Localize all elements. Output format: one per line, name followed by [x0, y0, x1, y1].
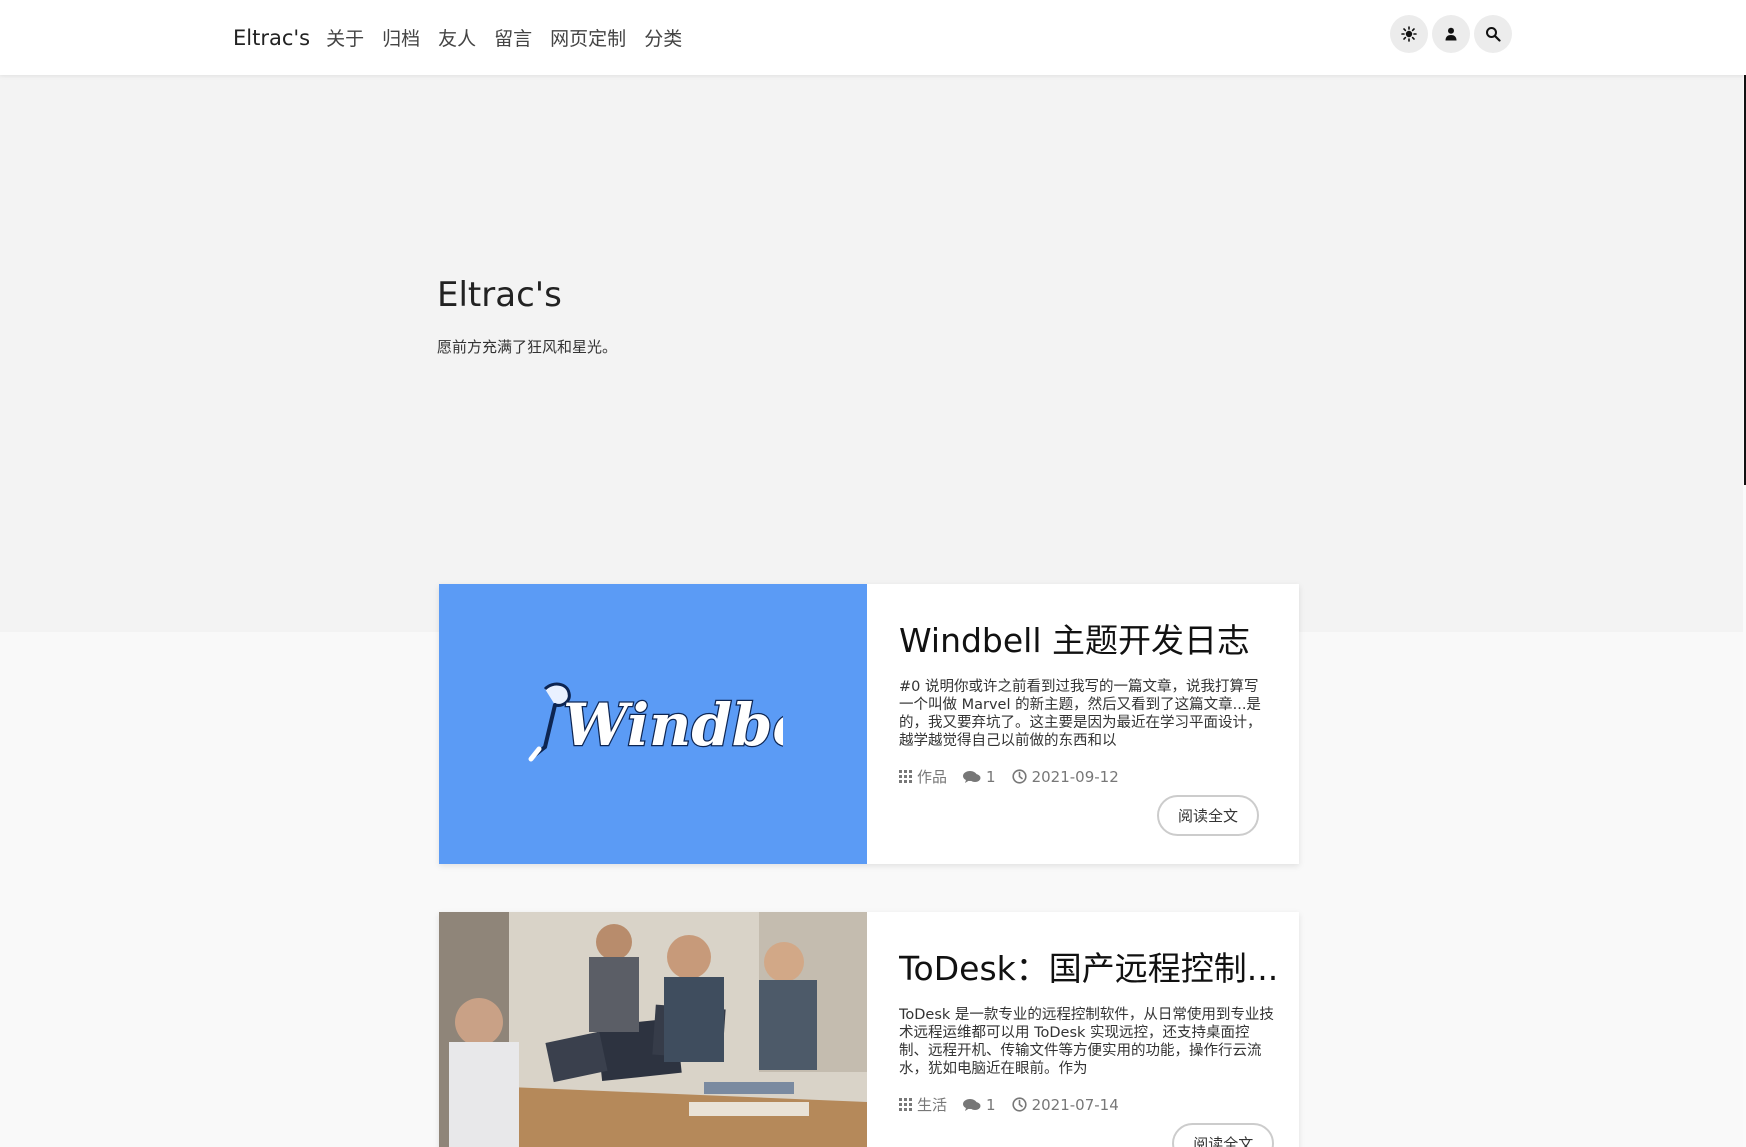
hero-subtitle: 愿前方充满了狂风和星光。 [437, 338, 618, 356]
post-excerpt: ToDesk 是一款专业的远程控制软件，从日常使用到专业技术远程运维都可以用 T… [899, 1007, 1274, 1077]
hero-banner: Eltrac's 愿前方充满了狂风和星光。 [0, 75, 1746, 632]
post-category-label: 生活 [917, 1096, 948, 1114]
post-date: 2021-09-12 [1011, 767, 1119, 786]
nav-link-web-custom[interactable]: 网页定制 [550, 24, 626, 51]
post-category-label: 作品 [917, 768, 948, 786]
sun-icon [1401, 26, 1417, 42]
post-excerpt: #0 说明你或许之前看到过我写的一篇文章，说我打算写一个叫做 Marvel 的新… [899, 679, 1262, 749]
post-category[interactable]: 生活 [899, 1094, 947, 1115]
search-icon [1486, 27, 1501, 42]
post-date: 2021-07-14 [1011, 1095, 1119, 1114]
search-button[interactable] [1474, 15, 1512, 53]
post-date-text: 2021-09-12 [1031, 767, 1119, 786]
post-date-text: 2021-07-14 [1031, 1095, 1119, 1114]
read-more-button[interactable]: 阅读全文 [1172, 1123, 1275, 1147]
post-thumbnail[interactable] [439, 912, 867, 1147]
nav-actions [1390, 15, 1516, 53]
theme-toggle-button[interactable] [1390, 15, 1428, 53]
clock-icon [1011, 1097, 1027, 1112]
windbell-logo: Windbell [528, 682, 783, 762]
grid-icon [899, 770, 912, 783]
post-comments[interactable]: 1 [963, 768, 996, 786]
post-body: ToDesk：国产远程控制... ToDesk 是一款专业的远程控制软件，从日常… [867, 912, 1299, 1147]
post-meta: 作品 1 2021-09-12 [899, 766, 1263, 787]
nav-link-archive[interactable]: 归档 [382, 24, 420, 51]
post-comments-count: 1 [986, 767, 996, 786]
read-more-button[interactable]: 阅读全文 [1157, 795, 1259, 836]
post-comments-count: 1 [986, 1095, 996, 1114]
meeting-photo [439, 912, 867, 1147]
comments-icon [963, 770, 981, 783]
grid-icon [899, 1098, 912, 1111]
user-icon [1445, 27, 1457, 41]
post-thumbnail[interactable]: Windbell [439, 584, 867, 864]
top-navbar: Eltrac's 关于 归档 友人 留言 网页定制 分类 [0, 0, 1746, 75]
hero-title: Eltrac's [437, 275, 562, 315]
user-button[interactable] [1432, 15, 1470, 53]
nav-link-friends[interactable]: 友人 [438, 24, 476, 51]
nav-link-guestbook[interactable]: 留言 [494, 24, 532, 51]
svg-text:Windbell: Windbell [563, 691, 783, 759]
post-body: Windbell 主题开发日志 #0 说明你或许之前看到过我写的一篇文章，说我打… [867, 584, 1299, 864]
clock-icon [1011, 769, 1027, 784]
nav-links: Eltrac's 关于 归档 友人 留言 网页定制 分类 [233, 0, 700, 75]
post-title[interactable]: ToDesk：国产远程控制... [899, 942, 1278, 990]
post-card: ToDesk：国产远程控制... ToDesk 是一款专业的远程控制软件，从日常… [439, 912, 1299, 1147]
post-meta: 生活 1 2021-07-14 [899, 1094, 1278, 1115]
post-title[interactable]: Windbell 主题开发日志 [899, 614, 1263, 662]
nav-link-categories[interactable]: 分类 [644, 24, 682, 51]
post-comments[interactable]: 1 [963, 1096, 996, 1114]
post-card: Windbell Windbell 主题开发日志 #0 说明你或许之前看到过我写… [439, 584, 1299, 864]
nav-link-about[interactable]: 关于 [326, 24, 364, 51]
post-category[interactable]: 作品 [899, 766, 947, 787]
site-brand-link[interactable]: Eltrac's [233, 26, 310, 50]
comments-icon [963, 1098, 981, 1111]
